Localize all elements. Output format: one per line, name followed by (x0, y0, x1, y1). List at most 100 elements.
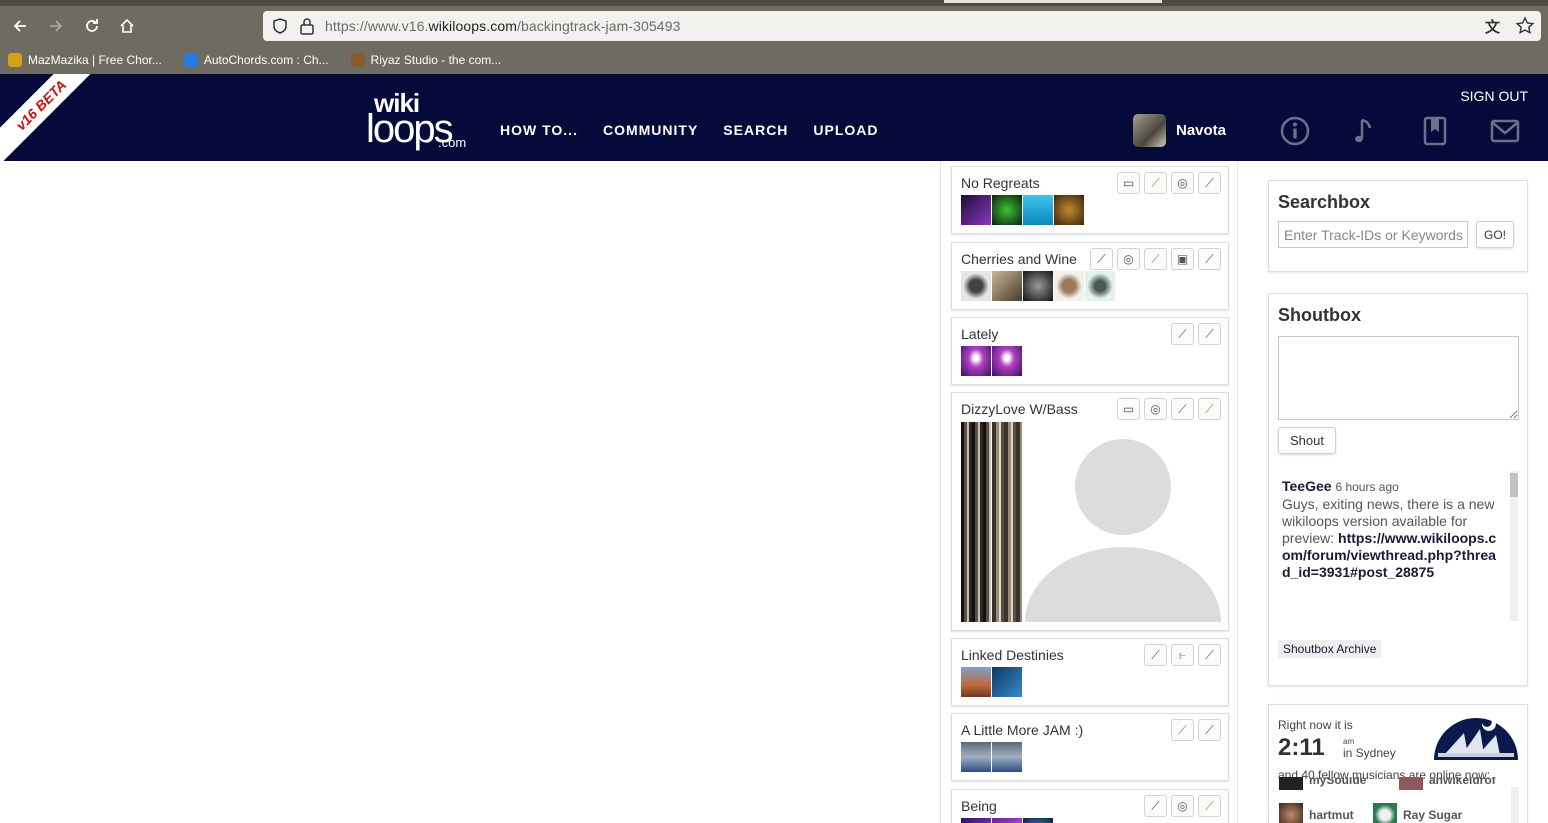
username[interactable]: Navota (1176, 122, 1226, 139)
reload-icon[interactable] (78, 12, 106, 40)
jammer-avatar[interactable] (1054, 271, 1084, 301)
drums-icon[interactable]: ◎ (1144, 398, 1167, 420)
jammer-avatar[interactable] (961, 195, 991, 225)
track-title[interactable]: Linked Destinies (961, 647, 1064, 663)
track-title[interactable]: DizzyLove W/Bass (961, 401, 1078, 417)
search-input[interactable] (1278, 221, 1468, 248)
url-text[interactable]: https://www.v16.wikiloops.com/backingtra… (325, 18, 680, 34)
bookmark-mazmazika[interactable]: MazMazika | Free Chor... (0, 48, 162, 72)
track-card[interactable]: Being ⟋ ◎ ⟋ (951, 789, 1229, 823)
bass-icon[interactable]: ⟋ (1198, 719, 1221, 741)
mail-icon[interactable] (1489, 114, 1521, 148)
online-scrollbar[interactable] (1511, 787, 1519, 823)
shoutbox-scrollbar[interactable] (1510, 471, 1518, 621)
online-musician[interactable]: anwikeldrof (1399, 777, 1496, 791)
bookmark-autochords[interactable]: AutoChords.com : Ch... (176, 48, 329, 72)
active-tab-indicator[interactable] (944, 0, 1162, 3)
drums-icon[interactable]: ◎ (1117, 248, 1140, 270)
jammer-avatar[interactable] (961, 346, 991, 376)
nav-upload[interactable]: UPLOAD (813, 122, 878, 138)
bookmark-icon[interactable] (1419, 114, 1451, 148)
jammer-avatar[interactable] (992, 742, 1022, 772)
back-icon[interactable] (6, 12, 34, 40)
musician-avatar[interactable] (1279, 803, 1303, 823)
nav-search[interactable]: SEARCH (723, 122, 788, 138)
musician-avatar[interactable] (1373, 803, 1397, 823)
electric-guitar-icon[interactable]: ⟋ (1171, 398, 1194, 420)
jammer-avatar[interactable] (992, 667, 1022, 697)
video-icon[interactable]: ▣ (1171, 248, 1194, 270)
forward-icon[interactable] (42, 12, 70, 40)
url-bar[interactable]: https://www.v16.wikiloops.com/backingtra… (263, 11, 1541, 41)
track-title[interactable]: No Regreats (961, 175, 1040, 191)
track-title[interactable]: Lately (961, 326, 998, 342)
nav-community[interactable]: COMMUNITY (603, 122, 698, 138)
scrollbar-thumb[interactable] (1510, 473, 1518, 497)
jammer-avatar[interactable] (1085, 271, 1115, 301)
electric-guitar-icon[interactable]: ⟋ (1198, 248, 1221, 270)
translate-icon[interactable]: 文 (1485, 16, 1505, 36)
track-card[interactable]: A Little More JAM :) ⟋ ⟋ (951, 713, 1229, 781)
avatar[interactable] (1133, 114, 1166, 147)
online-musician[interactable]: Ray Sugar (1373, 803, 1462, 823)
guitar-icon[interactable]: ⟋ (1171, 719, 1194, 741)
guitar-icon[interactable]: ⟋ (1198, 398, 1221, 420)
jammer-avatar[interactable] (1023, 271, 1053, 301)
bass-icon[interactable]: ⟋ (1198, 323, 1221, 345)
jammer-avatar[interactable] (1023, 195, 1053, 225)
sign-out-link[interactable]: SIGN OUT (1460, 88, 1528, 104)
jammer-avatar[interactable] (961, 271, 991, 301)
electric-guitar-icon[interactable]: ⟋ (1144, 795, 1167, 817)
jammer-avatar[interactable] (992, 271, 1022, 301)
track-card[interactable]: DizzyLove W/Bass ▭ ◎ ⟋ ⟋ (951, 392, 1229, 631)
nav-how-to[interactable]: HOW TO... (500, 122, 578, 138)
electric-guitar-icon[interactable]: ⟋ (1198, 172, 1221, 194)
music-note-icon[interactable] (1349, 114, 1381, 148)
brass-icon[interactable]: ⥼ (1171, 644, 1194, 666)
jammer-avatar[interactable] (992, 818, 1022, 823)
track-card[interactable]: Cherries and Wine ⟋ ◎ ⟋ ▣ ⟋ (951, 242, 1229, 310)
jammer-avatar[interactable] (992, 346, 1022, 376)
shield-icon[interactable] (271, 17, 289, 35)
jammer-avatar[interactable] (961, 422, 991, 622)
shout-author[interactable]: TeeGee (1282, 478, 1332, 494)
track-title[interactable]: Cherries and Wine (961, 251, 1077, 267)
jammer-avatar[interactable] (1023, 818, 1053, 823)
shout-button[interactable]: Shout (1278, 427, 1336, 454)
jammer-avatar[interactable] (1054, 195, 1084, 225)
musician-avatar[interactable] (1279, 777, 1303, 790)
musician-avatar[interactable] (1399, 777, 1423, 790)
lock-icon[interactable] (299, 17, 315, 35)
keys-icon[interactable]: ▭ (1117, 398, 1140, 420)
home-icon[interactable] (113, 12, 141, 40)
drums-icon[interactable]: ◎ (1171, 172, 1194, 194)
jammer-avatar[interactable] (961, 818, 991, 823)
shout-textarea[interactable] (1278, 336, 1519, 420)
guitar-icon[interactable]: ⟋ (1198, 795, 1221, 817)
electric-guitar-icon[interactable]: ⟋ (1144, 644, 1167, 666)
track-title[interactable]: A Little More JAM :) (961, 722, 1083, 738)
jammer-avatar[interactable] (992, 195, 1022, 225)
track-card[interactable]: Linked Destinies ⟋ ⥼ ⟋ (951, 638, 1229, 706)
guitar-icon[interactable]: ⟋ (1144, 248, 1167, 270)
track-card[interactable]: Lately ⟋ ⟋ (951, 317, 1229, 385)
bookmark-star-icon[interactable] (1515, 16, 1535, 36)
track-title[interactable]: Being (961, 798, 997, 814)
jammer-avatar[interactable] (961, 742, 991, 772)
bass-icon[interactable]: ⟋ (1090, 248, 1113, 270)
jammer-avatar[interactable] (961, 667, 991, 697)
track-card[interactable]: No Regreats ▭ ⟋ ◎ ⟋ (951, 166, 1229, 234)
online-musician[interactable]: mySoulde (1279, 777, 1366, 791)
electric-guitar-icon[interactable]: ⟋ (1198, 644, 1221, 666)
wikiloops-logo[interactable]: wiki loops .com (366, 90, 470, 152)
drums-icon[interactable]: ◎ (1171, 795, 1194, 817)
user-profile[interactable]: Navota (1133, 114, 1226, 147)
online-musician[interactable]: hartmut (1279, 803, 1354, 823)
info-icon[interactable] (1279, 114, 1311, 148)
shoutbox-archive-link[interactable]: Shoutbox Archive (1278, 640, 1382, 658)
bookmark-riyaz-studio[interactable]: Riyaz Studio - the com... (343, 48, 501, 72)
go-button[interactable]: GO! (1476, 221, 1514, 248)
jammer-avatar[interactable] (992, 422, 1022, 622)
electric-guitar-icon[interactable]: ⟋ (1171, 323, 1194, 345)
keys-icon[interactable]: ▭ (1117, 172, 1140, 194)
